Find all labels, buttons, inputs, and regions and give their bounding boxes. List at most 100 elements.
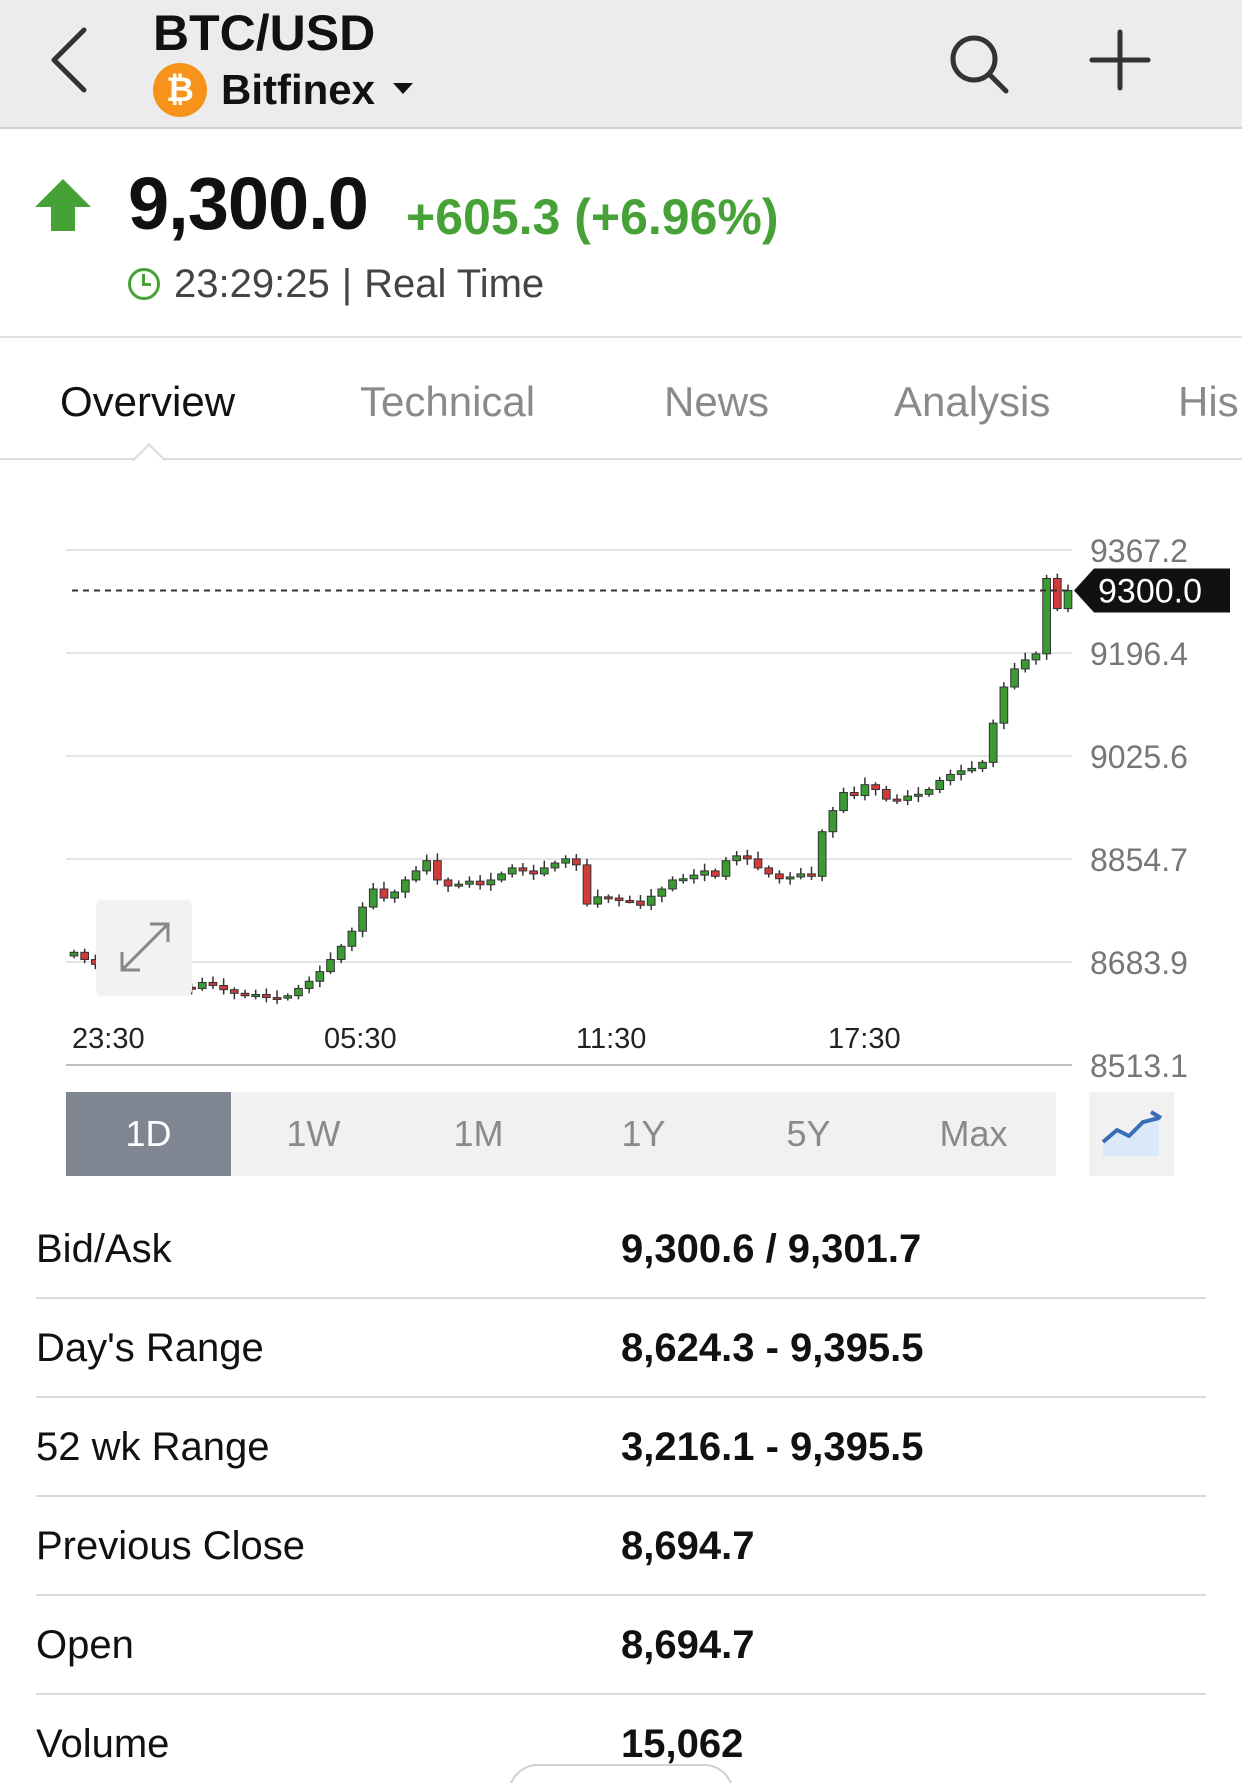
candle-body [497, 873, 506, 881]
candle-body [358, 906, 367, 932]
y-tick-label: 8854.7 [1090, 842, 1188, 878]
candle-body [507, 867, 517, 875]
candle-body [956, 770, 966, 775]
stat-row-open: Open 8,694.7 [36, 1596, 1206, 1695]
chart-type-icon[interactable] [1089, 1092, 1174, 1176]
period-1m[interactable]: 1M [396, 1092, 561, 1176]
candle-body [208, 981, 218, 986]
price-chart[interactable]: 9367.2 9196.4 9025.6 8854.7 8683.9 8513.1 23:3… [0, 470, 1242, 1100]
bottom-sheet-handle[interactable] [508, 1764, 734, 1783]
candle-body [80, 951, 90, 961]
candle-body [1052, 577, 1062, 610]
candle-body [1063, 590, 1073, 610]
candle-body [529, 870, 538, 875]
key-stats: Bid/Ask 9,300.6 / 9,301.7 Day's Range 8,… [36, 1200, 1206, 1783]
top-bar: BTC/USD ₿ Bitfinex [0, 0, 1242, 129]
candle-body [229, 989, 239, 994]
stat-value: 9,300.6 / 9,301.7 [621, 1227, 922, 1271]
candle-body [764, 867, 774, 875]
candle-body [775, 873, 784, 880]
candle-body [946, 773, 955, 781]
quote-summary: 9,300.0 +605.3 (+6.96%) 23:29:25 | Real … [0, 131, 1242, 338]
candle-body [988, 722, 998, 763]
candle-body [710, 870, 720, 877]
stat-row-days-range: Day's Range 8,624.3 - 9,395.5 [36, 1299, 1206, 1398]
candle-body [571, 858, 581, 866]
quote-timestamp: 23:29:25 [174, 261, 330, 306]
stat-value: 3,216.1 - 9,395.5 [621, 1425, 924, 1469]
candle-body [304, 980, 314, 989]
period-max[interactable]: Max [891, 1092, 1056, 1176]
search-icon[interactable] [940, 25, 1020, 105]
x-tick-label: 23:30 [72, 1023, 145, 1055]
candle-body [796, 873, 806, 878]
candle-body [326, 959, 335, 973]
candle-body [678, 878, 688, 882]
add-icon[interactable] [1080, 20, 1160, 100]
candle-body [336, 945, 346, 961]
candle-body [999, 686, 1009, 724]
stat-label: Bid/Ask [36, 1227, 172, 1271]
candle-body [614, 897, 624, 901]
x-tick-label: 11:30 [576, 1023, 646, 1055]
period-1y[interactable]: 1Y [561, 1092, 726, 1176]
stat-label: 52 wk Range [36, 1425, 270, 1469]
candle-body [379, 888, 389, 899]
stat-value: 8,624.3 - 9,395.5 [621, 1326, 924, 1370]
candle-body [294, 987, 303, 997]
candle-body [422, 860, 432, 872]
candle-body [828, 810, 838, 833]
stat-row-previous-close: Previous Close 8,694.7 [36, 1497, 1206, 1596]
instrument-title: BTC/USD [153, 5, 376, 61]
stat-label: Day's Range [36, 1326, 264, 1370]
candle-body [817, 831, 827, 877]
candle-body [347, 930, 357, 947]
separator: | [341, 261, 353, 306]
candle-body [860, 784, 870, 797]
candle-body [604, 896, 613, 900]
period-1d[interactable]: 1D [66, 1092, 231, 1176]
exchange-selector[interactable]: ₿ Bitfinex [153, 62, 414, 118]
period-5y[interactable]: 5Y [726, 1092, 891, 1176]
candle-body [892, 798, 902, 802]
quote-mode: Real Time [364, 261, 545, 306]
candle-body [839, 792, 848, 812]
candle-body [443, 879, 453, 887]
y-tick-label: 8513.1 [1090, 1048, 1188, 1084]
candle-body [69, 951, 79, 957]
current-price-label: 9300.0 [1098, 573, 1202, 611]
candle-body [582, 864, 592, 905]
stat-label: Open [36, 1623, 134, 1667]
period-selector: 1D 1W 1M 1Y 5Y Max [66, 1092, 1056, 1176]
x-tick-label: 17:30 [828, 1023, 901, 1055]
candle-body [550, 862, 560, 869]
candle-body [368, 888, 378, 908]
candle-body [646, 895, 656, 906]
candle-body [807, 873, 816, 877]
bitcoin-icon: ₿ [153, 63, 207, 117]
candle-body [411, 870, 421, 881]
candle-body [935, 779, 945, 791]
tab-news[interactable]: News [664, 378, 769, 426]
candle-body [539, 867, 549, 875]
tab-historical[interactable]: His [1178, 378, 1239, 426]
candle-body [924, 789, 934, 795]
tab-analysis[interactable]: Analysis [894, 378, 1050, 426]
candle-body [272, 997, 282, 1001]
quote-time: 23:29:25 | Real Time [128, 259, 544, 309]
tab-technical[interactable]: Technical [360, 378, 535, 426]
stat-label: Previous Close [36, 1524, 306, 1568]
candle-body [785, 876, 795, 880]
candle-body [197, 981, 207, 989]
back-chevron-icon[interactable] [40, 20, 100, 100]
candle-body [315, 971, 325, 982]
stat-value: 8,694.7 [621, 1623, 755, 1667]
candle-body [518, 867, 528, 872]
stat-value: 8,694.7 [621, 1524, 755, 1568]
candle-body [625, 899, 635, 903]
tab-overview[interactable]: Overview [60, 378, 235, 426]
candle-body [721, 860, 731, 877]
candle-body [881, 789, 891, 800]
period-1w[interactable]: 1W [231, 1092, 396, 1176]
section-tabs: Overview Technical News Analysis His [0, 340, 1242, 460]
